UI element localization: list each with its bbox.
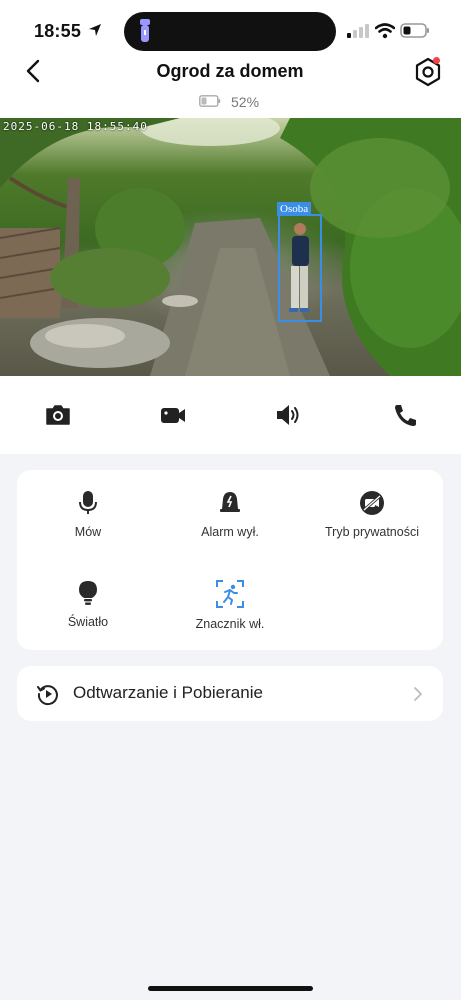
privacy-camera-off-icon xyxy=(360,491,384,515)
light-control[interactable]: Światło xyxy=(17,580,159,629)
location-arrow-icon xyxy=(89,24,101,36)
talk-label: Mów xyxy=(74,525,102,539)
speaker-icon[interactable] xyxy=(274,402,302,428)
alarm-label: Alarm wył. xyxy=(201,525,259,539)
alarm-bell-icon xyxy=(220,492,240,512)
camera-battery-percent: 52% xyxy=(231,94,260,110)
camera-live-feed[interactable]: 2025-06-18 18:55:40 Osoba xyxy=(0,118,461,376)
camera-icon[interactable] xyxy=(44,402,72,428)
marker-label: Znacznik wł. xyxy=(195,617,265,631)
microphone-icon xyxy=(79,491,97,514)
flashlight-icon xyxy=(140,19,150,42)
lightbulb-icon xyxy=(79,581,97,605)
alarm-control[interactable]: Alarm wył. xyxy=(159,490,301,539)
phone-battery-icon xyxy=(400,23,429,38)
dynamic-island xyxy=(124,12,336,51)
camera-battery-icon xyxy=(199,95,221,107)
playback-label: Odtwarzanie i Pobieranie xyxy=(73,683,263,702)
history-playback-icon xyxy=(37,685,58,706)
garden-scene xyxy=(0,118,461,376)
camera-timestamp: 2025-06-18 18:55:40 xyxy=(3,120,148,133)
notification-dot xyxy=(433,57,440,64)
status-bar: 18:55 xyxy=(0,0,461,62)
action-toolbar xyxy=(0,376,461,454)
page-title: Ogrod za domem xyxy=(156,61,304,81)
playback-download-row[interactable]: Odtwarzanie i Pobieranie xyxy=(17,666,443,721)
motion-marker-icon xyxy=(216,580,244,608)
privacy-label: Tryb prywatności xyxy=(324,525,419,539)
top-bar: 18:55 Ogrod za domem 52% xyxy=(0,0,461,118)
video-record-icon[interactable] xyxy=(159,402,187,428)
talk-control[interactable]: Mów xyxy=(17,490,159,539)
light-label: Światło xyxy=(67,615,109,629)
cellular-signal-icon xyxy=(347,24,369,38)
phone-icon[interactable] xyxy=(391,402,419,428)
back-chevron-icon[interactable] xyxy=(22,58,46,84)
privacy-control[interactable]: Tryb prywatności xyxy=(301,490,443,539)
marker-control[interactable]: Znacznik wł. xyxy=(159,580,301,631)
wifi-icon xyxy=(375,23,395,39)
controls-card: Mów Alarm wył. Tryb prywatności Światło xyxy=(17,470,443,650)
detection-label: Osoba xyxy=(277,202,312,216)
chevron-right-icon xyxy=(414,687,422,701)
detection-bounding-box xyxy=(278,214,322,322)
home-indicator[interactable] xyxy=(148,986,313,991)
status-time: 18:55 xyxy=(34,21,82,41)
